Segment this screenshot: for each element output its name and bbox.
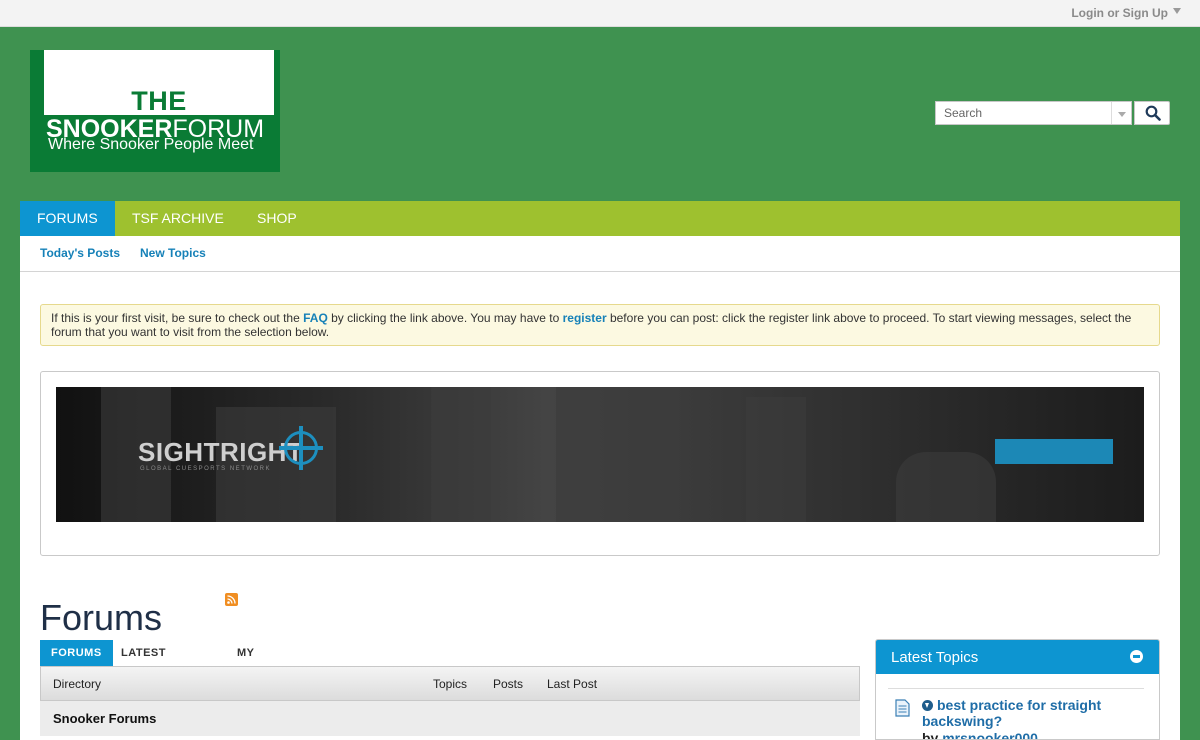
minus-circle-icon[interactable] — [1130, 650, 1143, 663]
search-box — [935, 101, 1132, 125]
faq-link[interactable]: FAQ — [303, 311, 328, 325]
banner-logo-text: SIGHTRIGHT — [138, 437, 304, 467]
site-logo[interactable]: THE SNOOKERFORUM Where Snooker People Me… — [30, 50, 280, 172]
topic-author-line: by mrsnooker000 — [922, 730, 1038, 740]
rss-icon[interactable] — [225, 593, 238, 606]
col-directory: Directory — [53, 677, 102, 691]
logo-tagline: Where Snooker People Meet — [48, 136, 254, 153]
banner-bg-shape — [431, 387, 491, 522]
widget-divider — [888, 688, 1144, 689]
page-title: Forums — [40, 597, 163, 639]
rss-glyph — [227, 595, 236, 604]
tab-forums[interactable]: FORUMS — [40, 640, 113, 666]
tab-latest-activity[interactable]: LATEST ACTIVITY — [110, 640, 186, 685]
nav-tab-forums[interactable]: FORUMS — [20, 201, 115, 236]
content-area: Today's Posts New Topics If this is your… — [20, 236, 1180, 740]
banner-subtitle: GLOBAL CUESPORTS NETWORK — [140, 466, 272, 472]
magnifier-icon — [1145, 105, 1161, 121]
widget-header: Latest Topics — [876, 640, 1159, 674]
chevron-down-icon[interactable] — [1173, 8, 1181, 14]
latest-topics-widget: Latest Topics best practice for straight… — [875, 639, 1160, 740]
topic-by-label: by — [922, 730, 939, 740]
tab-my-subscriptions[interactable]: MY SUBSCRIPTIONS — [226, 640, 345, 685]
welcome-notice: If this is your first visit, be sure to … — [40, 304, 1160, 346]
banner-bg-shape — [896, 452, 996, 522]
new-topics-link[interactable]: New Topics — [140, 246, 206, 260]
widget-title: Latest Topics — [891, 649, 979, 666]
banner-cta-button[interactable] — [995, 439, 1113, 464]
logo-the-text: THE — [131, 86, 187, 116]
banner-bg-shape — [746, 397, 806, 522]
document-icon — [895, 699, 910, 717]
main-nav: FORUMS TSF ARCHIVE SHOP — [20, 201, 1180, 236]
search-options-dropdown[interactable] — [1111, 102, 1131, 124]
notice-text-2: by clicking the link above. You may have… — [327, 311, 563, 325]
login-signup-link[interactable]: Login or Sign Up — [1071, 6, 1168, 20]
forum-table-header: Directory Topics Posts Last Post — [40, 666, 860, 701]
search-input[interactable] — [936, 102, 1112, 124]
nav-tab-shop[interactable]: SHOP — [240, 201, 314, 236]
crosshair-icon — [279, 426, 323, 470]
notice-text-1: If this is your first visit, be sure to … — [51, 311, 304, 325]
sub-nav: Today's Posts New Topics — [20, 236, 1180, 272]
topic-title-link[interactable]: best practice for straight backswing? — [922, 697, 1142, 729]
top-bar: Login or Sign Up — [0, 0, 1200, 27]
col-topics: Topics — [433, 677, 468, 691]
search-button[interactable] — [1134, 101, 1170, 125]
register-link[interactable]: register — [563, 311, 607, 325]
forum-section-row: Snooker Forums — [40, 701, 860, 736]
col-posts: Posts — [493, 677, 524, 691]
topic-author-link[interactable]: mrsnooker000 — [942, 730, 1038, 739]
nav-tab-tsf-archive[interactable]: TSF ARCHIVE — [115, 201, 241, 236]
todays-posts-link[interactable]: Today's Posts — [40, 246, 120, 260]
sightright-banner[interactable]: SIGHTRIGHT GLOBAL CUESPORTS NETWORK — [56, 387, 1144, 522]
banner-bg-shape — [556, 387, 666, 522]
col-last-post: Last Post — [547, 677, 598, 691]
ad-container: SIGHTRIGHT GLOBAL CUESPORTS NETWORK — [40, 371, 1160, 556]
section-title[interactable]: Snooker Forums — [53, 711, 156, 726]
